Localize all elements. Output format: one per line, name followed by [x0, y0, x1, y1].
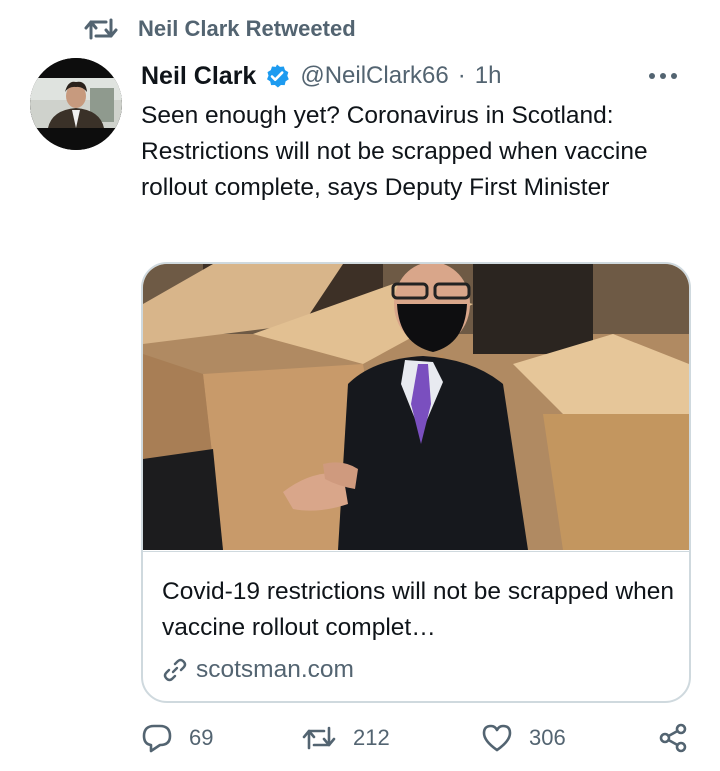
retweet-label: Neil Clark Retweeted [138, 16, 356, 41]
card-image [143, 264, 689, 550]
retweet-icon [84, 18, 118, 40]
heart-icon [482, 724, 512, 752]
card-domain: scotsman.com [162, 656, 354, 684]
more-icon [649, 73, 677, 79]
like-button[interactable]: 306 [481, 718, 566, 758]
action-bar: 69 212 306 [141, 718, 701, 758]
avatar[interactable] [30, 58, 122, 150]
retweet-count: 212 [353, 725, 390, 750]
avatar-image [30, 58, 122, 150]
retweet-context[interactable]: Neil Clark Retweeted [84, 12, 356, 46]
verified-badge-icon [267, 64, 290, 88]
separator-dot: · [457, 62, 466, 89]
like-count: 306 [529, 725, 566, 750]
author-name[interactable]: Neil Clark [141, 62, 256, 91]
link-icon [163, 658, 187, 682]
tweet-header: Neil Clark @NeilClark66 · 1h [141, 58, 700, 94]
tweet-text: Seen enough yet? Coronavirus in Scotland… [141, 102, 648, 201]
more-options-button[interactable] [648, 58, 678, 94]
retweet-icon [302, 726, 336, 750]
card-domain-text: scotsman.com [196, 656, 354, 683]
share-button[interactable] [657, 718, 705, 758]
author-handle[interactable]: @NeilClark66 [300, 62, 448, 90]
retweet-button[interactable]: 212 [301, 718, 390, 758]
link-card[interactable]: Covid-19 restrictions will not be scrapp… [141, 262, 691, 703]
tweet-time[interactable]: 1h [475, 62, 502, 90]
reply-button[interactable]: 69 [141, 718, 213, 758]
card-body[interactable]: Covid-19 restrictions will not be scrapp… [143, 551, 689, 701]
reply-icon [142, 724, 172, 753]
reply-count: 69 [189, 725, 214, 750]
share-icon [659, 723, 687, 753]
card-title: Covid-19 restrictions will not be scrapp… [162, 578, 675, 641]
